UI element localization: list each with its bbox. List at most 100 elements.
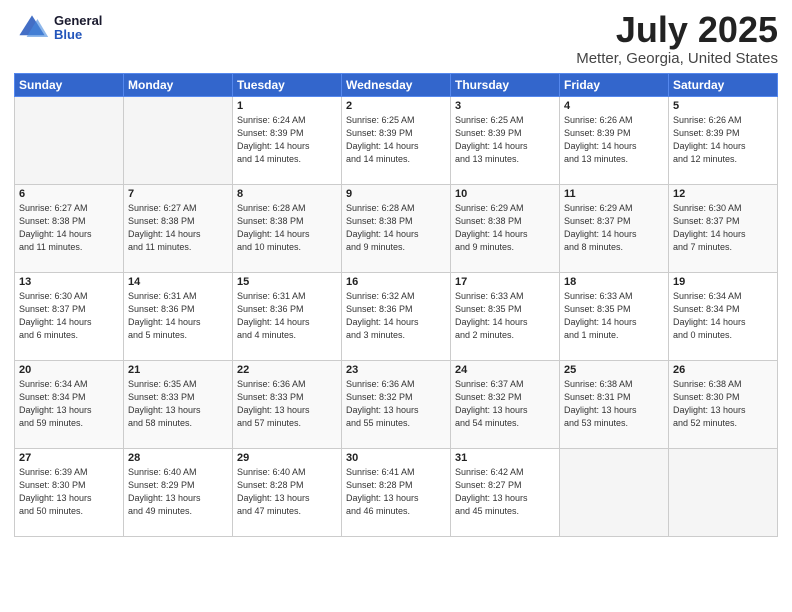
day-number: 30: [346, 452, 446, 464]
table-row: 9 Sunrise: 6:28 AM Sunset: 8:38 PM Daylig…: [342, 184, 451, 272]
table-row: 15Sunrise: 6:31 AM Sunset: 8:36 PM Dayli…: [233, 272, 342, 360]
table-row: 29 Sunrise: 6:40 AM Sunset: 8:28 PM Dayli…: [233, 448, 342, 536]
header: General Blue July 2025 Metter, Georgia, …: [14, 10, 778, 67]
table-row: 2Sunrise: 6:25 AM Sunset: 8:39 PM Daylig…: [342, 96, 451, 184]
day-number: 22: [237, 364, 337, 376]
table-row: [669, 448, 778, 536]
day-info: Sunrise: 6:27 AM Sunset: 8:38 PM Dayligh…: [128, 202, 228, 254]
col-tuesday: Tuesday: [233, 73, 342, 96]
day-number: 5: [673, 100, 773, 112]
day-info: Sunrise: 6:40 AM Sunset: 8:28 PM Dayligh…: [237, 466, 337, 518]
day-info: Sunrise: 6:34 AM Sunset: 8:34 PM Dayligh…: [673, 290, 773, 342]
day-info: Sunrise: 6:26 AM Sunset: 8:39 PM Dayligh…: [673, 114, 773, 166]
sub-title: Metter, Georgia, United States: [576, 50, 778, 67]
day-info: Sunrise: 6:29 AM Sunset: 8:38 PM Dayligh…: [455, 202, 555, 254]
day-info: Sunrise: 6:36 AM Sunset: 8:33 PM Dayligh…: [237, 378, 337, 430]
day-info: Sunrise: 6:35 AM Sunset: 8:33 PM Dayligh…: [128, 378, 228, 430]
day-info: Sunrise: 6:33 AM Sunset: 8:35 PM Dayligh…: [564, 290, 664, 342]
table-row: 20Sunrise: 6:34 AM Sunset: 8:34 PM Dayli…: [15, 360, 124, 448]
calendar-table: Sunday Monday Tuesday Wednesday Thursday…: [14, 73, 778, 537]
day-number: 23: [346, 364, 446, 376]
logo-icon: [14, 10, 50, 46]
day-number: 14: [128, 276, 228, 288]
day-number: 8: [237, 188, 337, 200]
day-number: 13: [19, 276, 119, 288]
table-row: 6Sunrise: 6:27 AM Sunset: 8:38 PM Daylig…: [15, 184, 124, 272]
day-number: 31: [455, 452, 555, 464]
table-row: 12Sunrise: 6:30 AM Sunset: 8:37 PM Dayli…: [669, 184, 778, 272]
table-row: 3Sunrise: 6:25 AM Sunset: 8:39 PM Daylig…: [451, 96, 560, 184]
day-info: Sunrise: 6:39 AM Sunset: 8:30 PM Dayligh…: [19, 466, 119, 518]
logo-blue-text: Blue: [54, 28, 102, 42]
day-info: Sunrise: 6:30 AM Sunset: 8:37 PM Dayligh…: [19, 290, 119, 342]
day-number: 10: [455, 188, 555, 200]
title-block: July 2025 Metter, Georgia, United States: [576, 10, 778, 67]
day-info: Sunrise: 6:26 AM Sunset: 8:39 PM Dayligh…: [564, 114, 664, 166]
logo-label: General Blue: [54, 14, 102, 43]
table-row: 10 Sunrise: 6:29 AM Sunset: 8:38 PM Dayli…: [451, 184, 560, 272]
day-number: 25: [564, 364, 664, 376]
table-row: 22 Sunrise: 6:36 AM Sunset: 8:33 PM Dayli…: [233, 360, 342, 448]
table-row: 8 Sunrise: 6:28 AM Sunset: 8:38 PM Daylig…: [233, 184, 342, 272]
day-info: Sunrise: 6:29 AM Sunset: 8:37 PM Dayligh…: [564, 202, 664, 254]
table-row: 7 Sunrise: 6:27 AM Sunset: 8:38 PM Daylig…: [124, 184, 233, 272]
table-row: 30 Sunrise: 6:41 AM Sunset: 8:28 PM Dayli…: [342, 448, 451, 536]
col-saturday: Saturday: [669, 73, 778, 96]
day-number: 2: [346, 100, 446, 112]
day-info: Sunrise: 6:24 AM Sunset: 8:39 PM Dayligh…: [237, 114, 337, 166]
day-number: 3: [455, 100, 555, 112]
table-row: 1 Sunrise: 6:24 AM Sunset: 8:39 PM Daylig…: [233, 96, 342, 184]
table-row: 23 Sunrise: 6:36 AM Sunset: 8:32 PM Dayli…: [342, 360, 451, 448]
table-row: [15, 96, 124, 184]
day-info: Sunrise: 6:28 AM Sunset: 8:38 PM Dayligh…: [237, 202, 337, 254]
col-wednesday: Wednesday: [342, 73, 451, 96]
day-info: Sunrise: 6:38 AM Sunset: 8:30 PM Dayligh…: [673, 378, 773, 430]
day-number: 29: [237, 452, 337, 464]
day-info: Sunrise: 6:31 AM Sunset: 8:36 PM Dayligh…: [128, 290, 228, 342]
day-info: Sunrise: 6:27 AM Sunset: 8:38 PM Dayligh…: [19, 202, 119, 254]
day-number: 16: [346, 276, 446, 288]
table-row: 21 Sunrise: 6:35 AM Sunset: 8:33 PM Dayli…: [124, 360, 233, 448]
table-row: 4Sunrise: 6:26 AM Sunset: 8:39 PM Daylig…: [560, 96, 669, 184]
logo: General Blue: [14, 10, 102, 46]
day-number: 26: [673, 364, 773, 376]
day-number: 7: [128, 188, 228, 200]
day-info: Sunrise: 6:34 AM Sunset: 8:34 PM Dayligh…: [19, 378, 119, 430]
day-number: 19: [673, 276, 773, 288]
col-friday: Friday: [560, 73, 669, 96]
logo-general-text: General: [54, 14, 102, 28]
day-number: 11: [564, 188, 664, 200]
calendar-week-row: 13 Sunrise: 6:30 AM Sunset: 8:37 PM Dayli…: [15, 272, 778, 360]
table-row: 25 Sunrise: 6:38 AM Sunset: 8:31 PM Dayli…: [560, 360, 669, 448]
day-number: 27: [19, 452, 119, 464]
table-row: 16Sunrise: 6:32 AM Sunset: 8:36 PM Dayli…: [342, 272, 451, 360]
day-info: Sunrise: 6:30 AM Sunset: 8:37 PM Dayligh…: [673, 202, 773, 254]
day-info: Sunrise: 6:28 AM Sunset: 8:38 PM Dayligh…: [346, 202, 446, 254]
table-row: [124, 96, 233, 184]
day-number: 9: [346, 188, 446, 200]
table-row: 14 Sunrise: 6:31 AM Sunset: 8:36 PM Dayli…: [124, 272, 233, 360]
day-number: 24: [455, 364, 555, 376]
table-row: 26 Sunrise: 6:38 AM Sunset: 8:30 PM Dayli…: [669, 360, 778, 448]
main-title: July 2025: [576, 10, 778, 50]
day-info: Sunrise: 6:36 AM Sunset: 8:32 PM Dayligh…: [346, 378, 446, 430]
calendar-week-row: 20Sunrise: 6:34 AM Sunset: 8:34 PM Dayli…: [15, 360, 778, 448]
calendar-header-row: Sunday Monday Tuesday Wednesday Thursday…: [15, 73, 778, 96]
table-row: 24Sunrise: 6:37 AM Sunset: 8:32 PM Dayli…: [451, 360, 560, 448]
day-info: Sunrise: 6:41 AM Sunset: 8:28 PM Dayligh…: [346, 466, 446, 518]
col-thursday: Thursday: [451, 73, 560, 96]
table-row: 27 Sunrise: 6:39 AM Sunset: 8:30 PM Dayli…: [15, 448, 124, 536]
day-info: Sunrise: 6:33 AM Sunset: 8:35 PM Dayligh…: [455, 290, 555, 342]
calendar-week-row: 27 Sunrise: 6:39 AM Sunset: 8:30 PM Dayli…: [15, 448, 778, 536]
table-row: 28Sunrise: 6:40 AM Sunset: 8:29 PM Dayli…: [124, 448, 233, 536]
day-number: 1: [237, 100, 337, 112]
day-info: Sunrise: 6:42 AM Sunset: 8:27 PM Dayligh…: [455, 466, 555, 518]
day-number: 21: [128, 364, 228, 376]
page-container: General Blue July 2025 Metter, Georgia, …: [0, 0, 792, 612]
day-number: 17: [455, 276, 555, 288]
table-row: 5 Sunrise: 6:26 AM Sunset: 8:39 PM Daylig…: [669, 96, 778, 184]
day-number: 18: [564, 276, 664, 288]
table-row: 18 Sunrise: 6:33 AM Sunset: 8:35 PM Dayli…: [560, 272, 669, 360]
day-info: Sunrise: 6:38 AM Sunset: 8:31 PM Dayligh…: [564, 378, 664, 430]
calendar-week-row: 1 Sunrise: 6:24 AM Sunset: 8:39 PM Daylig…: [15, 96, 778, 184]
